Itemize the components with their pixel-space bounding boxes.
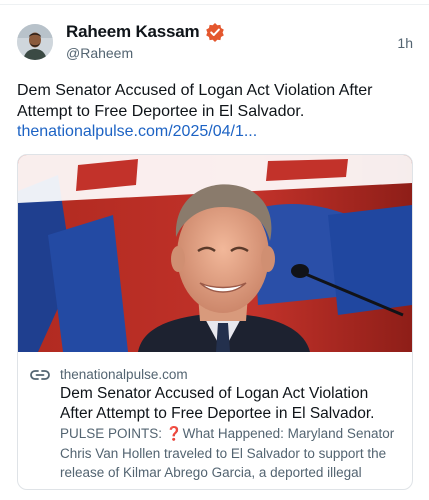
link-preview-card[interactable]: thenationalpulse.com Dem Senator Accused… — [17, 154, 413, 490]
post-timestamp[interactable]: 1h — [397, 35, 413, 51]
card-desc-prefix: PULSE POINTS: — [60, 426, 166, 441]
avatar[interactable] — [17, 24, 53, 60]
author-display-name[interactable]: Raheem Kassam — [66, 22, 200, 42]
card-domain: thenationalpulse.com — [60, 367, 188, 382]
article-photo[interactable] — [18, 155, 412, 352]
card-domain-row: thenationalpulse.com — [30, 367, 188, 382]
author-name-row[interactable]: Raheem Kassam — [66, 22, 225, 42]
verified-badge-icon — [205, 22, 225, 42]
card-description: PULSE POINTS: ❓What Happened: Maryland S… — [60, 424, 400, 483]
author-handle[interactable]: @Raheem — [66, 45, 133, 61]
post-link[interactable]: thenationalpulse.com/2025/04/1... — [17, 122, 257, 142]
question-mark-icon: ❓ — [165, 426, 183, 441]
top-divider — [0, 0, 429, 5]
post-text: Dem Senator Accused of Logan Act Violati… — [17, 82, 373, 120]
link-icon — [30, 368, 50, 382]
card-title[interactable]: Dem Senator Accused of Logan Act Violati… — [60, 384, 404, 424]
